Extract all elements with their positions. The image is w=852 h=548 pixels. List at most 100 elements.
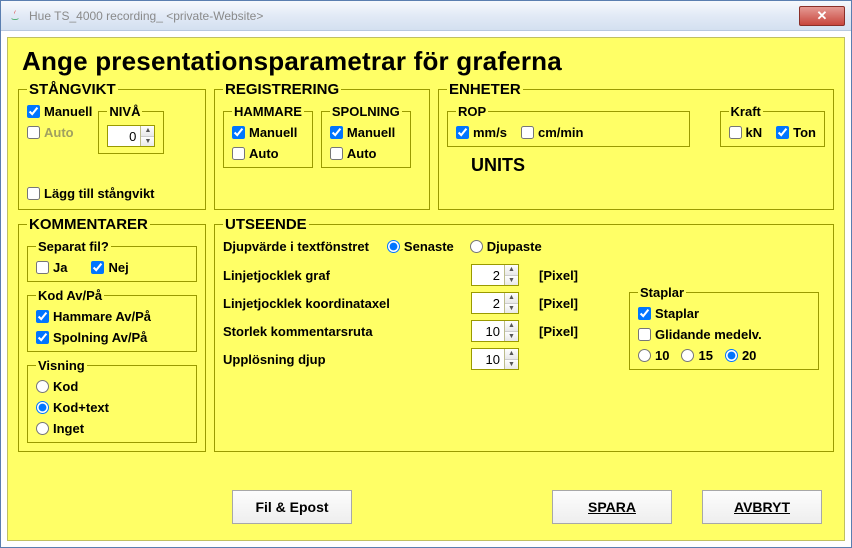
spolning-manuell[interactable]: Manuell bbox=[330, 125, 402, 140]
staplar-staplar[interactable]: Staplar bbox=[638, 306, 810, 321]
djup-djupaste[interactable]: Djupaste bbox=[470, 239, 542, 254]
avbryt-button[interactable]: AVBRYT bbox=[702, 490, 822, 524]
linje-axel-spinner[interactable]: ▲▼ bbox=[471, 292, 519, 314]
stangvikt-auto-checkbox[interactable] bbox=[27, 126, 40, 139]
stangvikt-manuell-checkbox[interactable] bbox=[27, 105, 40, 118]
stangvikt-fieldset: STÅNGVIKT Manuell Auto bbox=[18, 81, 206, 210]
rop-cmmin[interactable]: cm/min bbox=[521, 125, 584, 140]
spin-down[interactable]: ▼ bbox=[505, 332, 518, 342]
kod-spolning-checkbox[interactable] bbox=[36, 331, 49, 344]
fil-epost-button[interactable]: Fil & Epost bbox=[232, 490, 352, 524]
visning-kod-radio[interactable] bbox=[36, 380, 49, 393]
rop-mms[interactable]: mm/s bbox=[456, 125, 507, 140]
separat-fieldset: Separat fil? Ja Nej bbox=[27, 239, 197, 282]
upplosning-input[interactable] bbox=[472, 349, 504, 369]
stangvikt-auto[interactable]: Auto bbox=[27, 125, 92, 140]
titlebar: Hue TS_4000 recording_ <private-Website>… bbox=[1, 1, 851, 31]
spolning-auto[interactable]: Auto bbox=[330, 146, 402, 161]
staplar-15-radio[interactable] bbox=[681, 349, 694, 362]
visning-inget[interactable]: Inget bbox=[36, 421, 188, 436]
djup-senaste-radio[interactable] bbox=[387, 240, 400, 253]
hammare-legend: HAMMARE bbox=[232, 104, 304, 119]
staplar-20[interactable]: 20 bbox=[725, 348, 756, 363]
staplar-20-radio[interactable] bbox=[725, 349, 738, 362]
visning-kodtext-radio[interactable] bbox=[36, 401, 49, 414]
visning-kodtext[interactable]: Kod+text bbox=[36, 400, 188, 415]
spin-up[interactable]: ▲ bbox=[505, 321, 518, 332]
kraft-kn[interactable]: kN bbox=[729, 125, 763, 140]
niva-input[interactable] bbox=[108, 126, 140, 146]
kommentarer-fieldset: KOMMENTARER Separat fil? Ja Nej bbox=[18, 216, 206, 452]
staplar-fieldset: Staplar Staplar Glidande medelv. bbox=[629, 285, 819, 370]
kod-hammare[interactable]: Hammare Av/På bbox=[36, 309, 188, 324]
niva-down[interactable]: ▼ bbox=[141, 137, 154, 147]
djup-djupaste-radio[interactable] bbox=[470, 240, 483, 253]
upplosning-spinner[interactable]: ▲▼ bbox=[471, 348, 519, 370]
storlek-spinner[interactable]: ▲▼ bbox=[471, 320, 519, 342]
linje-graf-label: Linjetjocklek graf bbox=[223, 268, 463, 283]
djup-senaste[interactable]: Senaste bbox=[387, 239, 454, 254]
spin-down[interactable]: ▼ bbox=[505, 360, 518, 370]
separat-nej-label: Nej bbox=[108, 260, 128, 275]
kraft-ton-checkbox[interactable] bbox=[776, 126, 789, 139]
visning-inget-radio[interactable] bbox=[36, 422, 49, 435]
kod-legend: Kod Av/På bbox=[36, 288, 104, 303]
upplosning-label: Upplösning djup bbox=[223, 352, 463, 367]
spin-down[interactable]: ▼ bbox=[505, 276, 518, 286]
staplar-15[interactable]: 15 bbox=[681, 348, 712, 363]
utseende-legend: UTSEENDE bbox=[223, 216, 309, 233]
kod-hammare-label: Hammare Av/På bbox=[53, 309, 151, 324]
spolning-auto-checkbox[interactable] bbox=[330, 147, 343, 160]
hammare-auto[interactable]: Auto bbox=[232, 146, 304, 161]
staplar-checkbox[interactable] bbox=[638, 307, 651, 320]
staplar-10-radio[interactable] bbox=[638, 349, 651, 362]
glidande-checkbox[interactable] bbox=[638, 328, 651, 341]
kod-spolning[interactable]: Spolning Av/På bbox=[36, 330, 188, 345]
kod-hammare-checkbox[interactable] bbox=[36, 310, 49, 323]
avbryt-label: AVBRYT bbox=[734, 499, 790, 515]
kod-fieldset: Kod Av/På Hammare Av/På Spolning Av/På bbox=[27, 288, 197, 352]
rop-legend: ROP bbox=[456, 104, 488, 119]
niva-spinner[interactable]: ▲ ▼ bbox=[107, 125, 155, 147]
rop-mms-checkbox[interactable] bbox=[456, 126, 469, 139]
stangvikt-manuell[interactable]: Manuell bbox=[27, 104, 92, 119]
separat-ja[interactable]: Ja bbox=[36, 260, 67, 275]
rop-cmmin-checkbox[interactable] bbox=[521, 126, 534, 139]
spin-down[interactable]: ▼ bbox=[505, 304, 518, 314]
niva-up[interactable]: ▲ bbox=[141, 126, 154, 137]
lagg-till-stangvikt[interactable]: Lägg till stångvikt bbox=[27, 186, 197, 201]
staplar-10[interactable]: 10 bbox=[638, 348, 669, 363]
staplar-15-label: 15 bbox=[698, 348, 712, 363]
linje-graf-spinner[interactable]: ▲▼ bbox=[471, 264, 519, 286]
linje-axel-input[interactable] bbox=[472, 293, 504, 313]
kraft-ton[interactable]: Ton bbox=[776, 125, 816, 140]
hammare-manuell-checkbox[interactable] bbox=[232, 126, 245, 139]
spin-up[interactable]: ▲ bbox=[505, 293, 518, 304]
hammare-manuell[interactable]: Manuell bbox=[232, 125, 304, 140]
storlek-label: Storlek kommentarsruta bbox=[223, 324, 463, 339]
visning-kod[interactable]: Kod bbox=[36, 379, 188, 394]
linje-axel-label: Linjetjocklek koordinataxel bbox=[223, 296, 463, 311]
spolning-manuell-checkbox[interactable] bbox=[330, 126, 343, 139]
kraft-fieldset: Kraft kN Ton bbox=[720, 104, 825, 147]
storlek-unit: [Pixel] bbox=[539, 324, 609, 339]
close-button[interactable]: ✕ bbox=[799, 6, 845, 26]
kraft-legend: Kraft bbox=[729, 104, 763, 119]
linje-graf-input[interactable] bbox=[472, 265, 504, 285]
separat-ja-checkbox[interactable] bbox=[36, 261, 49, 274]
lagg-till-checkbox[interactable] bbox=[27, 187, 40, 200]
visning-legend: Visning bbox=[36, 358, 87, 373]
storlek-input[interactable] bbox=[472, 321, 504, 341]
rop-cmmin-label: cm/min bbox=[538, 125, 584, 140]
hammare-manuell-label: Manuell bbox=[249, 125, 297, 140]
visning-kod-label: Kod bbox=[53, 379, 78, 394]
separat-nej[interactable]: Nej bbox=[91, 260, 128, 275]
hammare-auto-checkbox[interactable] bbox=[232, 147, 245, 160]
kommentarer-legend: KOMMENTARER bbox=[27, 216, 150, 233]
staplar-glidande[interactable]: Glidande medelv. bbox=[638, 327, 810, 342]
spara-button[interactable]: SPARA bbox=[552, 490, 672, 524]
spin-up[interactable]: ▲ bbox=[505, 265, 518, 276]
separat-nej-checkbox[interactable] bbox=[91, 261, 104, 274]
kraft-kn-checkbox[interactable] bbox=[729, 126, 742, 139]
spin-up[interactable]: ▲ bbox=[505, 349, 518, 360]
